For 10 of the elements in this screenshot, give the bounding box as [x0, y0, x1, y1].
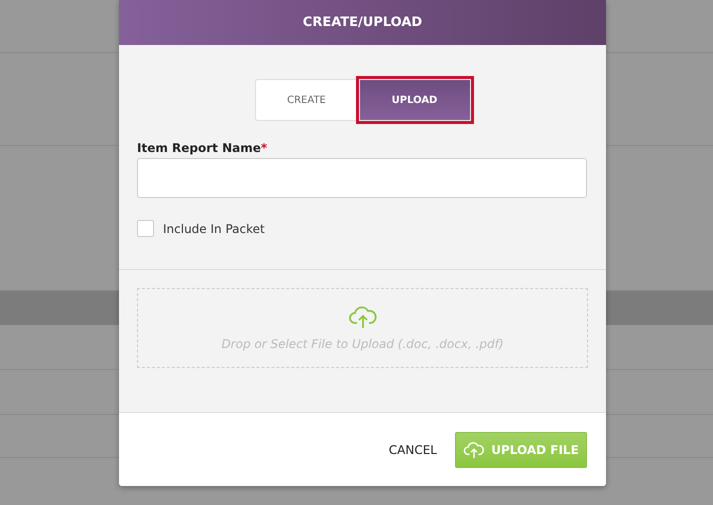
input-field[interactable]	[137, 158, 587, 198]
tab[interactable]: CREATE	[254, 79, 358, 121]
checkbox[interactable]	[137, 220, 154, 237]
dialog-title: CREATE/UPLOAD	[302, 15, 422, 30]
cloud-upload-icon	[348, 305, 378, 329]
drop-hint: Drop or Select File to Upload (.doc, .docx, .pdf)	[221, 337, 504, 351]
cancel-button[interactable]: CANCEL	[388, 438, 437, 460]
field-label: Item Report Name*	[137, 141, 268, 155]
cloud-upload-icon	[463, 440, 486, 458]
checkbox-label: Include In Packet	[163, 222, 265, 236]
